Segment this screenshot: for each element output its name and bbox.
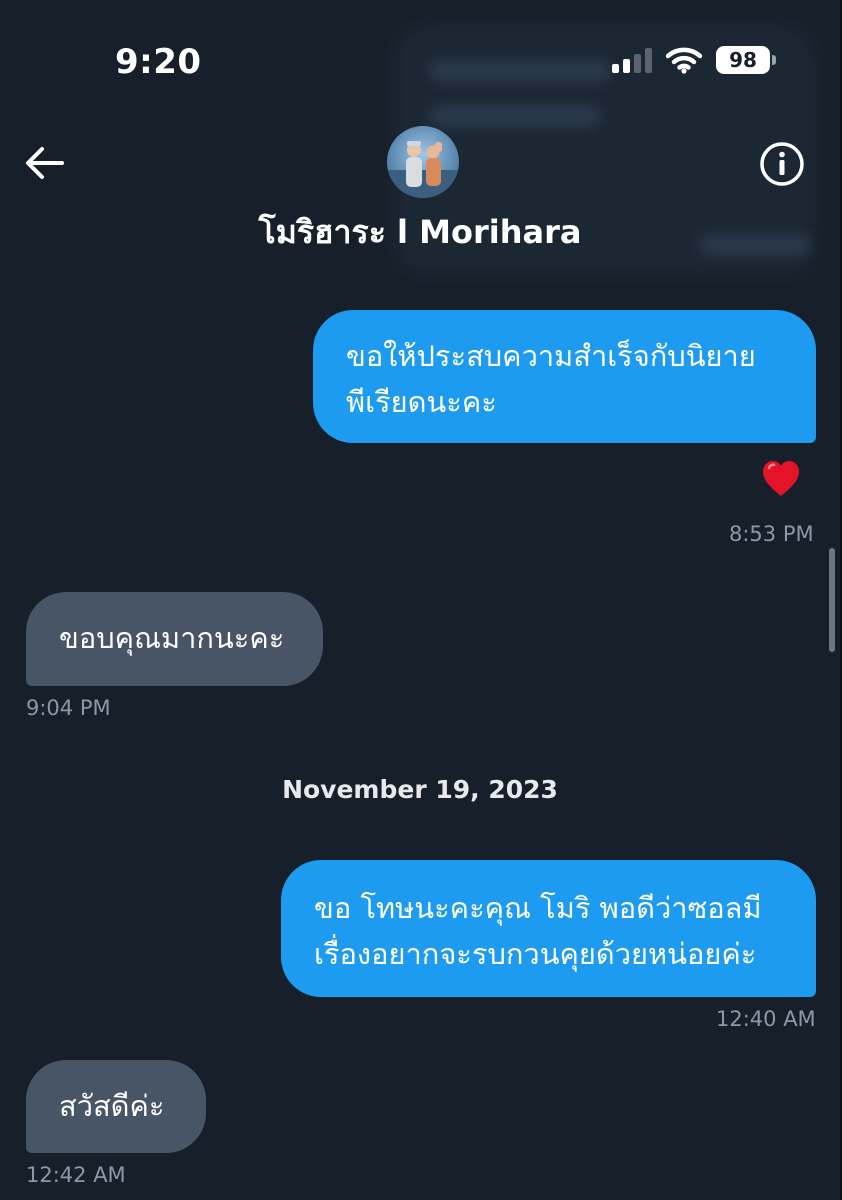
battery-level: 98 bbox=[729, 48, 757, 72]
avatar-image bbox=[387, 141, 459, 198]
contact-avatar[interactable] bbox=[387, 126, 459, 198]
message-text-line: สวัสดีค่ะ bbox=[59, 1089, 165, 1123]
blurred-overlay-line bbox=[430, 60, 610, 82]
received-message-bubble[interactable]: สวัสดีค่ะ bbox=[26, 1060, 206, 1153]
wifi-icon bbox=[666, 47, 702, 74]
sent-message-bubble[interactable]: ขอ โทษนะคะคุณ โมริ พอดีว่าซอลมี เรื่องอย… bbox=[281, 860, 816, 997]
message-text-line: เรื่องอยากจะรบกวนคุยด้วยหน่อยค่ะ bbox=[314, 937, 757, 971]
message-text-line: ขอบคุณมากนะคะ bbox=[59, 621, 285, 655]
date-separator: November 19, 2023 bbox=[282, 775, 558, 804]
status-indicators: 98 bbox=[612, 46, 776, 74]
info-circle-icon[interactable] bbox=[758, 140, 806, 188]
message-timestamp: 9:04 PM bbox=[26, 696, 111, 720]
battery-icon: 98 bbox=[716, 46, 776, 74]
heart-reaction-icon[interactable] bbox=[760, 458, 802, 500]
message-timestamp: 8:53 PM bbox=[729, 522, 814, 546]
sent-message-bubble[interactable]: ขอให้ประสบความสำเร็จกับนิยาย พีเรียดนะคะ bbox=[313, 310, 816, 443]
message-text-line: ขอให้ประสบความสำเร็จกับนิยาย bbox=[346, 339, 756, 373]
message-timestamp: 12:42 AM bbox=[26, 1163, 126, 1187]
message-text-line: พีเรียดนะคะ bbox=[346, 385, 497, 419]
cellular-signal-icon bbox=[612, 47, 652, 73]
received-message-bubble[interactable]: ขอบคุณมากนะคะ bbox=[26, 592, 323, 686]
back-arrow-icon[interactable] bbox=[22, 140, 68, 186]
blurred-overlay-line bbox=[430, 105, 600, 127]
contact-name[interactable]: โมริฮาระ l Morihara bbox=[0, 207, 840, 258]
message-text-line: ขอ โทษนะคะคุณ โมริ พอดีว่าซอลมี bbox=[314, 891, 762, 925]
scrollbar-thumb[interactable] bbox=[829, 548, 835, 652]
message-timestamp: 12:40 AM bbox=[716, 1007, 816, 1031]
dm-conversation-screen: 9:20 98 โมริฮาระ l Morihara ขอให้ประสบคว… bbox=[0, 0, 842, 1200]
status-time: 9:20 bbox=[115, 42, 202, 82]
